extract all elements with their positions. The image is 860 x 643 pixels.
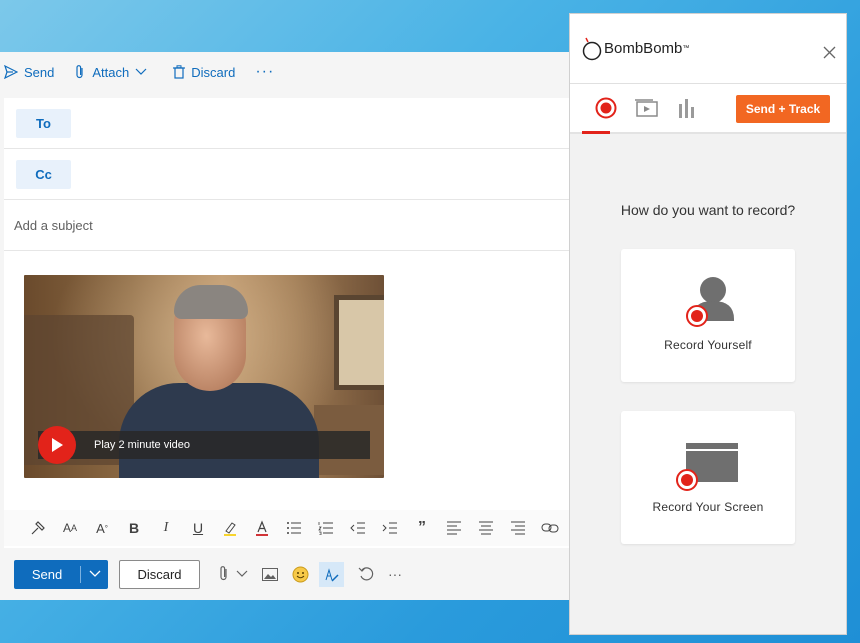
send-options-button[interactable] [81, 570, 108, 578]
format-painter-icon[interactable] [22, 520, 54, 536]
send-icon [4, 65, 18, 79]
chevron-down-icon [89, 570, 100, 577]
toolbar-send-label: Send [24, 64, 55, 80]
align-right-icon[interactable] [502, 521, 534, 535]
quote-icon[interactable]: ” [406, 519, 438, 537]
undo-icon [358, 567, 374, 581]
link-icon[interactable] [534, 522, 566, 534]
numbering-icon[interactable] [310, 521, 342, 535]
close-panel-button[interactable] [823, 46, 836, 64]
record-yourself-option[interactable]: Record Yourself [621, 249, 795, 382]
compose-action-bar: Send Discard ··· [0, 548, 572, 600]
to-row: To [4, 98, 572, 149]
more-options-button[interactable]: ··· [388, 566, 402, 582]
video-decor-frame [334, 295, 384, 390]
subject-row[interactable]: Add a subject [4, 200, 572, 251]
formatting-toolbar: AA A ° B I U ” [4, 510, 572, 546]
underline-icon[interactable]: U [182, 520, 214, 536]
analytics-icon [679, 99, 694, 118]
panel-header: BombBomb ™ [570, 14, 846, 84]
bombbomb-logo: BombBomb ™ [582, 37, 689, 61]
to-button[interactable]: To [16, 108, 71, 138]
align-left-icon[interactable] [438, 521, 470, 535]
cc-button[interactable]: Cc [16, 159, 71, 189]
send-button-label: Send [31, 566, 63, 582]
active-tab-indicator [582, 131, 610, 134]
insert-picture-button[interactable] [262, 567, 278, 581]
trash-icon [173, 65, 186, 79]
brand-name: BombBomb [604, 40, 683, 57]
toolbar-attach-button[interactable]: Attach [74, 64, 153, 80]
panel-tabs: Send + Track [570, 84, 846, 134]
superscript-icon[interactable]: A ° [86, 521, 118, 536]
chevron-down-icon [135, 68, 147, 75]
record-question: How do you want to record? [620, 202, 796, 218]
video-thumbnail[interactable]: Play 2 minute video [24, 275, 384, 478]
video-library-icon [635, 99, 658, 117]
toolbar-discard-label: Discard [191, 64, 236, 80]
email-compose-window: Send Attach Discard ··· To Cc Add a subj… [0, 52, 572, 600]
person-record-icon [686, 277, 734, 327]
emoji-icon [292, 566, 309, 582]
brand-trademark: ™ [682, 45, 690, 52]
emoji-button[interactable] [292, 566, 309, 583]
align-center-icon[interactable] [470, 521, 502, 535]
bold-icon[interactable]: B [118, 520, 150, 536]
tab-analytics[interactable] [666, 98, 706, 118]
italic-icon[interactable]: I [150, 520, 182, 536]
chevron-down-icon [236, 570, 248, 577]
play-icon [52, 438, 63, 452]
picture-icon [262, 567, 278, 581]
record-screen-option[interactable]: Record Your Screen [621, 411, 795, 544]
compose-toolbar: Send Attach Discard ··· [0, 52, 572, 92]
screen-record-icon [676, 443, 738, 491]
bomb-logo-icon [582, 37, 602, 60]
attach-button[interactable] [218, 565, 248, 583]
toolbar-send-button[interactable]: Send [4, 65, 54, 80]
font-size-icon[interactable]: AA [54, 521, 86, 535]
bullets-icon[interactable] [278, 521, 310, 535]
tab-record[interactable] [586, 97, 626, 119]
increase-indent-icon[interactable] [374, 521, 406, 535]
undo-button[interactable] [358, 566, 374, 582]
record-icon [595, 97, 617, 119]
highlight-icon[interactable] [214, 520, 246, 536]
send-track-button[interactable]: Send + Track [736, 95, 830, 123]
paperclip-icon [76, 65, 83, 79]
editor-pen-icon [325, 567, 339, 582]
toolbar-attach-label: Attach [92, 64, 130, 80]
toolbar-more-button[interactable]: ··· [255, 63, 274, 81]
discard-button[interactable]: Discard [119, 559, 200, 589]
person-hair [174, 285, 248, 319]
font-color-icon[interactable] [246, 520, 278, 536]
subject-input[interactable]: Add a subject [4, 218, 93, 233]
play-button[interactable] [38, 426, 76, 464]
video-caption-bar[interactable]: Play 2 minute video [38, 431, 370, 459]
editor-button[interactable] [319, 561, 344, 587]
paperclip-icon [220, 566, 227, 581]
send-button[interactable]: Send [14, 559, 108, 589]
bombbomb-panel: BombBomb ™ Send + Track How do you want t… [569, 13, 847, 635]
tab-videos[interactable] [626, 99, 666, 117]
compose-form: To Cc Add a subject Play 2 minute video [4, 98, 572, 548]
decrease-indent-icon[interactable] [342, 521, 374, 535]
toolbar-discard-button[interactable]: Discard [173, 65, 235, 80]
close-icon [823, 46, 836, 59]
cc-row: Cc [4, 149, 572, 200]
